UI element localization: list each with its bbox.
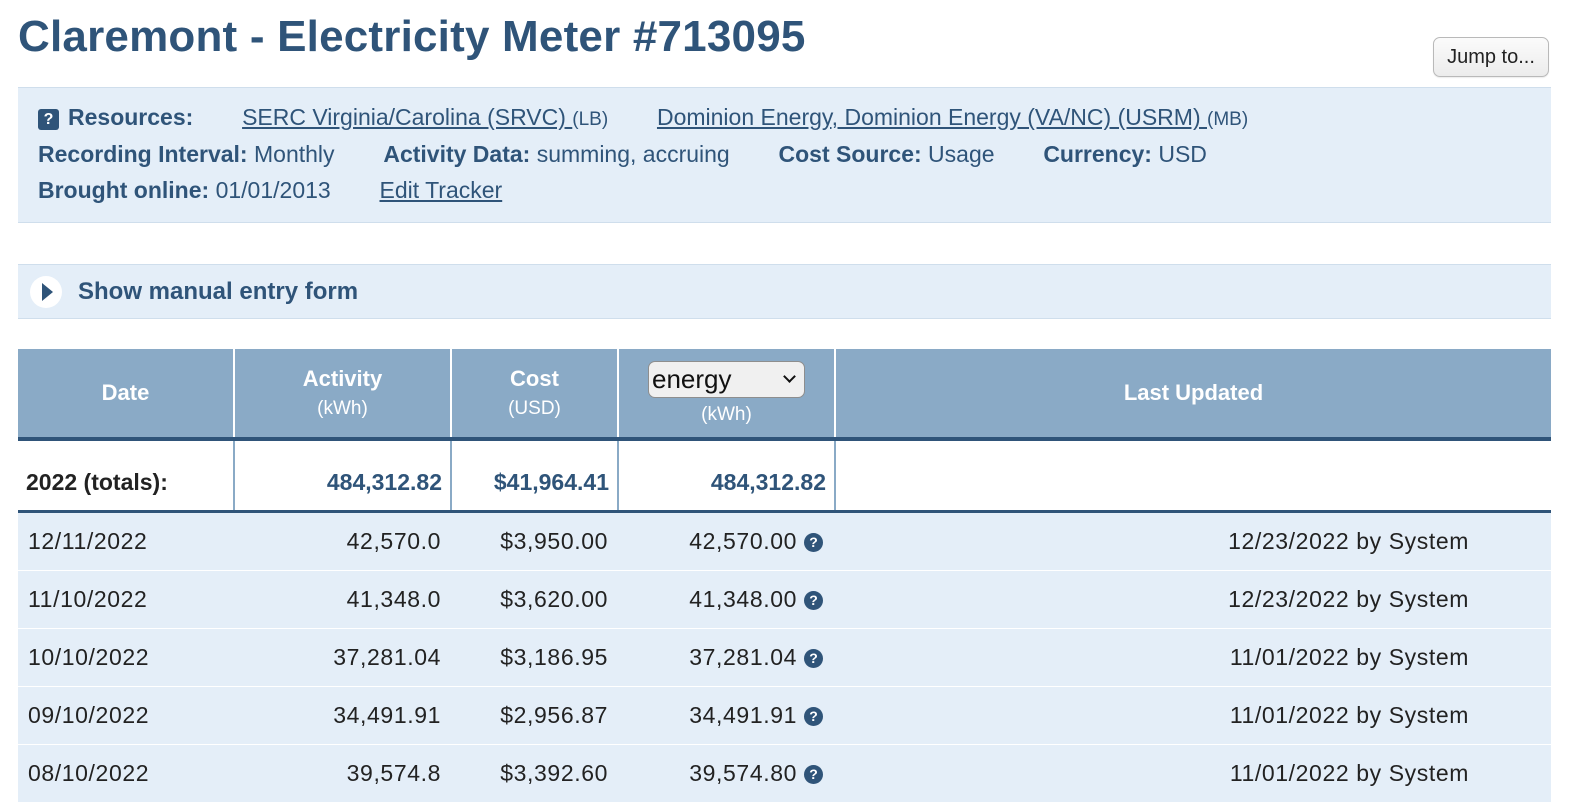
row-cost: $3,950.00: [451, 511, 618, 571]
recording-interval-label: Recording Interval:: [38, 141, 248, 167]
row-date: 09/10/2022: [18, 686, 234, 745]
row-last-updated: 11/01/2022 by System: [835, 744, 1551, 802]
row-activity: 41,348.0: [234, 570, 451, 629]
row-activity: 42,570.0: [234, 511, 451, 571]
table-header-row: Date Activity (kWh) Cost (USD) energy (k…: [18, 349, 1551, 441]
details-row: Recording Interval: Monthly Activity Dat…: [38, 141, 1207, 168]
cost-source-value: Usage: [928, 141, 995, 167]
page: Claremont - Electricity Meter #713095 Ju…: [0, 0, 1574, 802]
table-row[interactable]: 11/10/2022 41,348.0 $3,620.00 41,348.00?…: [18, 570, 1551, 629]
row-activity: 39,574.8: [234, 744, 451, 802]
activity-data-value: summing, accruing: [536, 141, 730, 167]
resource-link-usrm[interactable]: Dominion Energy, Dominion Energy (VA/NC)…: [657, 104, 1207, 130]
row-cost: $3,392.60: [451, 744, 618, 802]
totals-energy: 484,312.82: [618, 439, 836, 513]
help-circle-icon[interactable]: ?: [804, 648, 823, 668]
brought-online-value: 01/01/2013: [215, 177, 331, 203]
row-cost: $2,956.87: [451, 686, 618, 745]
column-header-energy: energy (kWh): [618, 349, 836, 441]
row-energy: 42,570.00?: [618, 511, 835, 571]
totals-activity: 484,312.82: [234, 439, 452, 513]
row-date: 11/10/2022: [18, 570, 234, 629]
brought-online-label: Brought online:: [38, 177, 210, 203]
table-row[interactable]: 08/10/2022 39,574.8 $3,392.60 39,574.80?…: [18, 744, 1551, 802]
resource-link-srvc[interactable]: SERC Virginia/Carolina (SRVC): [242, 104, 572, 130]
row-date: 10/10/2022: [18, 628, 234, 687]
row-last-updated: 12/23/2022 by System: [835, 570, 1551, 629]
currency-label: Currency:: [1043, 141, 1152, 167]
energy-unit: (kWh): [701, 403, 752, 425]
help-icon[interactable]: ?: [38, 109, 59, 130]
chevron-down-icon: [783, 370, 796, 383]
jump-to-button[interactable]: Jump to...: [1433, 37, 1549, 77]
table-row[interactable]: 12/11/2022 42,570.0 $3,950.00 42,570.00?…: [18, 511, 1551, 571]
table-row[interactable]: 09/10/2022 34,491.91 $2,956.87 34,491.91…: [18, 686, 1551, 745]
manual-entry-label[interactable]: Show manual entry form: [78, 278, 358, 306]
recording-interval-value: Monthly: [254, 141, 335, 167]
expand-triangle-icon[interactable]: [30, 275, 62, 308]
page-title: Claremont - Electricity Meter #713095: [18, 12, 806, 61]
activity-data-label: Activity Data:: [383, 141, 531, 167]
table-row[interactable]: 10/10/2022 37,281.04 $3,186.95 37,281.04…: [18, 628, 1551, 687]
energy-metric-select[interactable]: energy: [648, 360, 805, 398]
row-energy: 41,348.00?: [618, 570, 835, 629]
meter-data-table: Date Activity (kWh) Cost (USD) energy (k…: [18, 349, 1551, 802]
cost-unit: (USD): [508, 398, 561, 419]
currency-value: USD: [1158, 141, 1207, 167]
column-header-activity[interactable]: Activity (kWh): [234, 349, 452, 441]
row-date: 12/11/2022: [18, 511, 234, 571]
meter-info-panel: ? Resources: SERC Virginia/Carolina (SRVC…: [18, 87, 1551, 223]
cost-source-label: Cost Source:: [778, 141, 922, 167]
column-header-last-updated[interactable]: Last Updated: [835, 349, 1551, 441]
edit-tracker-link[interactable]: Edit Tracker: [379, 177, 502, 203]
row-cost: $3,620.00: [451, 570, 618, 629]
row-energy: 34,491.91?: [618, 686, 835, 745]
totals-cost: $41,964.41: [451, 439, 619, 513]
column-header-cost[interactable]: Cost (USD): [451, 349, 619, 441]
help-circle-icon[interactable]: ?: [804, 764, 823, 784]
manual-entry-toggle[interactable]: Show manual entry form: [18, 264, 1551, 319]
resource-tag-lb: (LB): [572, 109, 609, 130]
activity-unit: (kWh): [317, 398, 368, 419]
resources-label: Resources:: [68, 104, 194, 130]
row-energy: 37,281.04?: [618, 628, 835, 687]
totals-row: 2022 (totals): 484,312.82 $41,964.41 484…: [18, 439, 1551, 513]
help-circle-icon[interactable]: ?: [804, 532, 823, 552]
row-activity: 34,491.91: [234, 686, 451, 745]
row-cost: $3,186.95: [451, 628, 618, 687]
resource-tag-mb: (MB): [1207, 109, 1249, 130]
row-energy: 39,574.80?: [618, 744, 835, 802]
resources-row: ? Resources: SERC Virginia/Carolina (SRVC…: [38, 104, 1248, 131]
row-date: 08/10/2022: [18, 744, 234, 802]
row-last-updated: 12/23/2022 by System: [835, 511, 1551, 571]
help-circle-icon[interactable]: ?: [804, 590, 823, 610]
online-row: Brought online: 01/01/2013 Edit Tracker: [38, 177, 502, 204]
row-last-updated: 11/01/2022 by System: [835, 686, 1551, 745]
help-circle-icon[interactable]: ?: [804, 706, 823, 726]
row-last-updated: 11/01/2022 by System: [835, 628, 1551, 687]
row-activity: 37,281.04: [234, 628, 451, 687]
totals-blank: [835, 439, 1551, 513]
totals-label: 2022 (totals):: [18, 439, 235, 513]
column-header-date[interactable]: Date: [18, 349, 235, 441]
